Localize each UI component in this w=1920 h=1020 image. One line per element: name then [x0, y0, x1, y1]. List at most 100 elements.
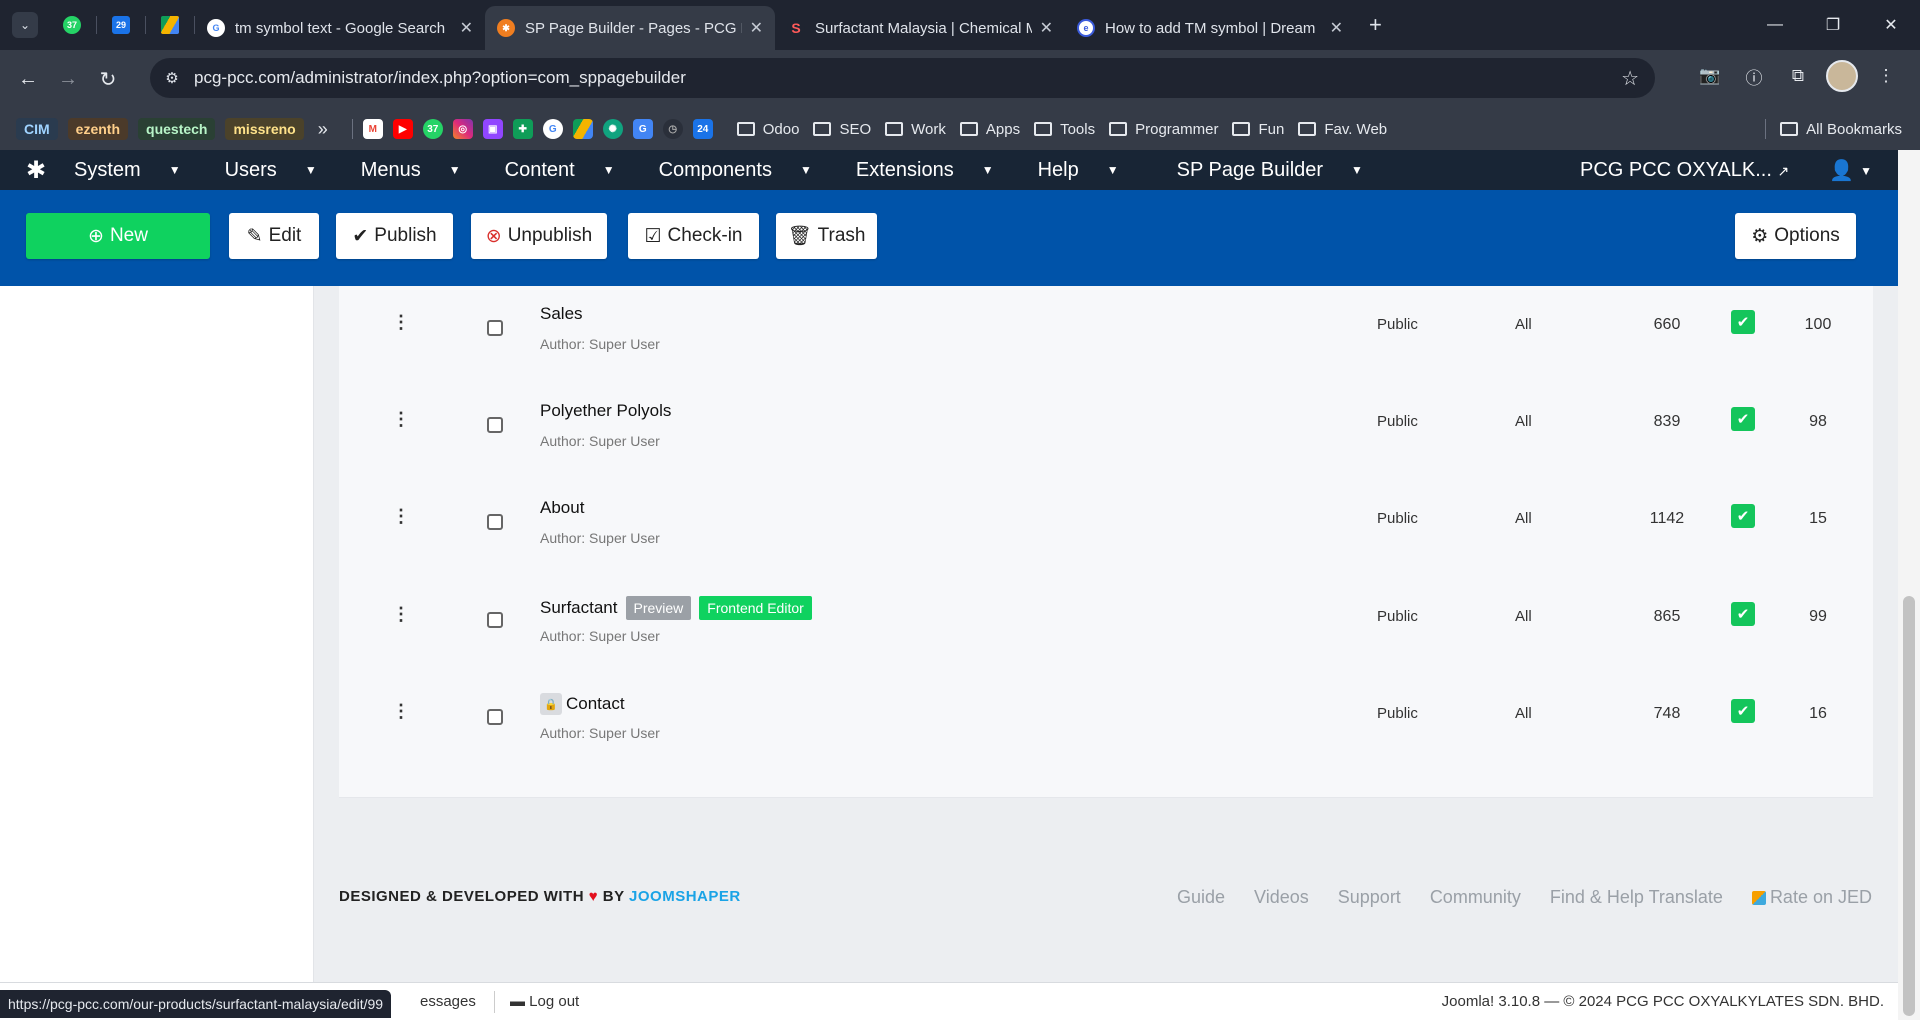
joomla-logo-icon[interactable]: ✱ [26, 156, 74, 185]
messages-link[interactable]: essages [420, 993, 476, 1010]
published-check-icon[interactable]: ✔ [1731, 407, 1755, 431]
user-menu[interactable]: 👤 ▼ [1829, 158, 1872, 183]
bookmark-star-icon[interactable]: ☆ [1621, 66, 1639, 91]
footer-link-translate[interactable]: Find & Help Translate [1550, 887, 1723, 908]
bookmark-folder-tools[interactable]: Tools [1034, 121, 1095, 138]
menu-users[interactable]: Users ▼ [225, 159, 339, 182]
options-button[interactable]: ⚙ Options [1735, 213, 1856, 259]
footer-link-community[interactable]: Community [1430, 887, 1521, 908]
row-checkbox[interactable] [487, 612, 503, 628]
bookmark-folder-fav-web[interactable]: Fav. Web [1298, 121, 1387, 138]
menu-menus[interactable]: Menus ▼ [361, 159, 483, 182]
page-title[interactable]: Contact [566, 694, 625, 714]
scrollbar-thumb[interactable] [1903, 596, 1915, 1016]
logout-link[interactable]: ▬ Log out [510, 993, 579, 1010]
bookmark-ezenth[interactable]: ezenth [67, 118, 129, 140]
published-check-icon[interactable]: ✔ [1731, 310, 1755, 334]
drag-handle-icon[interactable]: ⋮ [392, 409, 410, 430]
gmail-icon[interactable]: M [362, 119, 383, 139]
page-title-link[interactable]: Surfactant Preview Frontend Editor [540, 596, 812, 620]
close-icon[interactable]: ✕ [460, 18, 473, 38]
sheets-icon[interactable]: ✚ [512, 119, 533, 139]
instagram-icon[interactable]: ◎ [452, 119, 473, 139]
published-check-icon[interactable]: ✔ [1731, 602, 1755, 626]
page-title-link[interactable]: About [540, 498, 584, 518]
page-title-link[interactable]: Polyether Polyols [540, 401, 671, 421]
bookmark-cim[interactable]: CIM [16, 118, 58, 140]
page-title-link[interactable]: Sales [540, 304, 583, 324]
footer-link-support[interactable]: Support [1338, 887, 1401, 908]
bookmark-folder-odoo[interactable]: Odoo [736, 121, 799, 138]
whatsapp-icon[interactable]: 37 [422, 119, 443, 139]
tab-sp-page-builder[interactable]: ✱ SP Page Builder - Pages - PCG P ✕ [485, 6, 775, 50]
trash-button[interactable]: 🗑 Trash [776, 213, 877, 259]
calendar-icon[interactable]: 24 [692, 119, 713, 139]
site-link[interactable]: PCG PCC OXYALK... ↗ [1580, 159, 1789, 182]
google-icon[interactable]: G [542, 119, 563, 139]
bookmark-folder-seo[interactable]: SEO [813, 121, 871, 138]
reload-icon[interactable]: ↻ [88, 67, 128, 92]
restore-icon[interactable]: ❐ [1804, 0, 1862, 50]
close-window-icon[interactable]: ✕ [1862, 0, 1920, 50]
drag-handle-icon[interactable]: ⋮ [392, 506, 410, 527]
minimize-icon[interactable]: — [1746, 0, 1804, 50]
drag-handle-icon[interactable]: ⋮ [392, 312, 410, 333]
menu-system[interactable]: System ▼ [74, 159, 203, 182]
kebab-menu-icon[interactable]: ⋮ [1870, 60, 1902, 92]
page-scrollbar[interactable] [1898, 150, 1920, 1020]
translate-icon[interactable]: G [632, 119, 653, 139]
row-checkbox[interactable] [487, 417, 503, 433]
menu-sp-page-builder[interactable]: SP Page Builder ▼ [1177, 159, 1385, 182]
twitch-icon[interactable]: ▣ [482, 119, 503, 139]
close-icon[interactable]: ✕ [1330, 18, 1343, 38]
menu-help[interactable]: Help ▼ [1038, 159, 1141, 182]
bookmark-missreno[interactable]: missreno [225, 118, 304, 140]
pinned-tab-calendar[interactable]: 29 [97, 7, 145, 43]
profile-avatar[interactable] [1826, 60, 1858, 92]
back-icon[interactable]: ← [8, 68, 48, 91]
menu-extensions[interactable]: Extensions ▼ [856, 159, 1016, 182]
page-title[interactable]: About [540, 498, 584, 518]
all-bookmarks[interactable]: All Bookmarks [1755, 119, 1902, 139]
youtube-icon[interactable]: ▶ [392, 119, 413, 139]
all-bookmarks-folder[interactable]: All Bookmarks [1780, 121, 1902, 138]
checkin-button[interactable]: ☑ Check-in [628, 213, 759, 259]
close-icon[interactable]: ✕ [750, 18, 763, 38]
drag-handle-icon[interactable]: ⋮ [392, 604, 410, 625]
footer-link-guide[interactable]: Guide [1177, 887, 1225, 908]
joomshaper-link[interactable]: JOOMSHAPER [629, 888, 741, 905]
camera-icon[interactable]: 📷 [1694, 60, 1726, 92]
new-tab-button[interactable]: + [1369, 12, 1382, 38]
omnibox[interactable]: ⚙ pcg-pcc.com/administrator/index.php?op… [150, 58, 1655, 98]
published-check-icon[interactable]: ✔ [1731, 504, 1755, 528]
page-title-link[interactable]: 🔒 Contact [540, 693, 625, 715]
published-check-icon[interactable]: ✔ [1731, 699, 1755, 723]
page-title[interactable]: Sales [540, 304, 583, 324]
menu-content[interactable]: Content ▼ [505, 159, 637, 182]
drive-icon[interactable] [572, 119, 593, 139]
forward-icon[interactable]: → [48, 68, 88, 91]
new-button[interactable]: ⊕ New [26, 213, 210, 259]
preview-button[interactable]: Preview [625, 596, 692, 620]
pinned-tab-drive[interactable] [146, 7, 194, 43]
tab-google-search[interactable]: G tm symbol text - Google Search ✕ [195, 10, 485, 46]
drag-handle-icon[interactable]: ⋮ [392, 701, 410, 722]
footer-link-videos[interactable]: Videos [1254, 887, 1309, 908]
bookmark-folder-programmer[interactable]: Programmer [1109, 121, 1218, 138]
close-icon[interactable]: ✕ [1040, 18, 1053, 38]
chatgpt-icon[interactable]: ✺ [602, 119, 623, 139]
row-checkbox[interactable] [487, 320, 503, 336]
tab-surfactant-malaysia[interactable]: S Surfactant Malaysia | Chemical M ✕ [775, 10, 1065, 46]
unpublish-button[interactable]: ⊗ Unpublish [471, 213, 607, 259]
puzzle-icon[interactable]: ⧉ [1782, 60, 1814, 92]
row-checkbox[interactable] [487, 709, 503, 725]
clock-icon[interactable]: ◷ [662, 119, 683, 139]
bookmark-folder-work[interactable]: Work [885, 121, 946, 138]
menu-components[interactable]: Components ▼ [659, 159, 834, 182]
bookmark-questech[interactable]: questech [138, 118, 216, 140]
site-info-icon[interactable]: ⚙ [154, 69, 190, 87]
more-bookmarks-icon[interactable]: » [318, 119, 328, 140]
bookmark-folder-apps[interactable]: Apps [959, 121, 1020, 138]
edit-button[interactable]: ✎ Edit [229, 213, 319, 259]
publish-button[interactable]: ✔ Publish [336, 213, 453, 259]
